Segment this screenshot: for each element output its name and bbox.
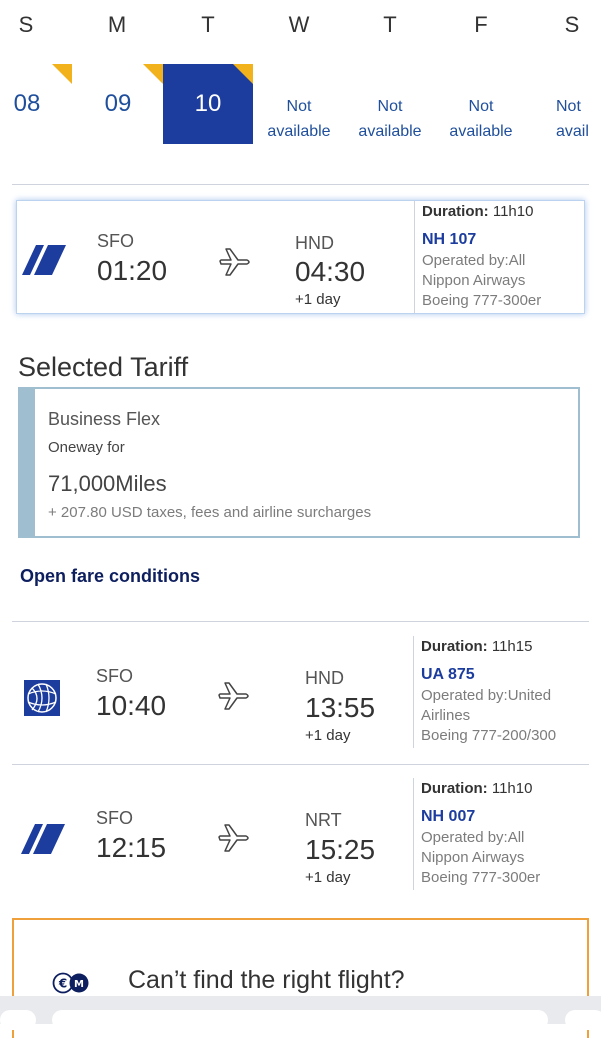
flight-number: NH 007: [421, 808, 476, 825]
plane-icon: [218, 682, 249, 710]
tariff-accent-bar: [20, 389, 35, 536]
help-text: Can’t find the right flight?: [128, 966, 405, 994]
unavailable-date: Not available: [445, 94, 517, 144]
duration-label: Duration:: [421, 638, 488, 655]
weekday-label: F: [474, 12, 488, 37]
weekday-label: S: [18, 12, 34, 37]
destination-airport: HND: [305, 668, 344, 688]
duration-label: Duration:: [421, 780, 488, 797]
flight-number: NH 107: [422, 231, 477, 248]
destination-airport: HND: [295, 233, 334, 253]
unavailable-line: available: [358, 123, 422, 140]
arrival-time: 15:25: [305, 834, 376, 865]
svg-text:€: €: [58, 977, 67, 991]
operated-line: Operated by:All: [421, 829, 525, 846]
day-offset: +1 day: [295, 291, 341, 308]
operated-line: Nippon Airways: [421, 849, 525, 866]
duration: Duration: 11h15: [421, 638, 586, 655]
euro-miles-icon: € M: [52, 972, 89, 994]
unavailable-line: avail: [556, 123, 589, 140]
tariff-subtitle: Oneway for: [48, 439, 125, 456]
section-title: Selected Tariff: [18, 352, 189, 382]
flight-details: Duration: 11h10 NH 107 Operated by:All N…: [414, 201, 587, 313]
flight-details: Duration: 11h15 UA 875 Operated by:Unite…: [413, 636, 586, 748]
unavailable-line: available: [267, 123, 331, 140]
day-offset: +1 day: [305, 869, 351, 886]
origin-airport: SFO: [96, 666, 134, 686]
date-cell[interactable]: 08: [0, 64, 72, 144]
tariff-name: Business Flex: [48, 409, 161, 429]
unavailable-line: Not: [468, 98, 494, 115]
divider: [12, 764, 589, 765]
price-flag-icon: [233, 64, 253, 84]
unavailable-date: Not available: [263, 94, 335, 144]
operated-by: Operated by:All Nippon Airways Boeing 77…: [421, 828, 586, 888]
aircraft-type: Boeing 777-300er: [422, 292, 542, 309]
weekday-label: M: [107, 12, 127, 37]
aircraft-type: Boeing 777-200/300: [421, 727, 557, 744]
flight-details: Duration: 11h10 NH 007 Operated by:All N…: [413, 778, 586, 890]
open-fare-conditions-link[interactable]: Open fare conditions: [20, 566, 200, 587]
operated-line: Operated by:All: [422, 252, 526, 269]
operated-line: Operated by:United: [421, 687, 552, 704]
operated-line: Nippon Airways: [422, 272, 526, 289]
destination-airport: NRT: [305, 810, 342, 830]
plane-icon: [219, 248, 250, 276]
duration-value: 11h10: [491, 780, 533, 797]
tariff-taxes: + 207.80 USD taxes, fees and airline sur…: [48, 504, 372, 521]
departure-time: 12:15: [96, 832, 167, 863]
bottom-tab[interactable]: [565, 1010, 601, 1030]
origin-airport: SFO: [97, 231, 135, 251]
unavailable-line: Not: [377, 98, 403, 115]
price-flag-icon: [52, 64, 72, 84]
flight-card[interactable]: SFO 12:15 NRT 15:25 +1 day Duration: 11h…: [0, 778, 601, 890]
day-offset: +1 day: [305, 727, 351, 744]
unavailable-line: available: [449, 123, 513, 140]
flight-card[interactable]: SFO 10:40 HND 13:55 +1 day Duration: 11h…: [0, 636, 601, 748]
tariff-card[interactable]: Business Flex Oneway for 71,000Miles + 2…: [18, 387, 580, 538]
operated-line: Airlines: [421, 707, 471, 724]
united-logo-icon: [24, 680, 60, 716]
divider: [12, 621, 589, 622]
weekday-label: S: [564, 12, 580, 37]
duration-value: 11h10: [492, 203, 534, 220]
selected-flight-card[interactable]: SFO 01:20 HND 04:30 +1 day Duration: 11h…: [16, 200, 585, 314]
unavailable-date: Not avail: [556, 94, 601, 144]
operated-by: Operated by:United Airlines Boeing 777-2…: [421, 686, 586, 746]
weekday-label: T: [383, 12, 397, 37]
unavailable-date: Not available: [354, 94, 426, 144]
price-flag-icon: [143, 64, 163, 84]
aircraft-type: Boeing 777-300er: [421, 869, 541, 886]
date-cell-selected[interactable]: 10: [163, 64, 253, 144]
date-number: 09: [104, 90, 132, 117]
bottom-tab[interactable]: [52, 1010, 548, 1030]
svg-text:M: M: [74, 979, 84, 990]
date-cell[interactable]: 09: [73, 64, 163, 144]
duration: Duration: 11h10: [421, 780, 586, 797]
tariff-miles: 71,000Miles: [48, 471, 167, 496]
duration: Duration: 11h10: [422, 203, 587, 220]
arrival-time: 04:30: [295, 256, 366, 287]
departure-time: 01:20: [97, 255, 168, 286]
plane-icon: [218, 824, 249, 852]
date-number: 08: [13, 90, 41, 117]
ana-logo-icon: [21, 824, 65, 854]
weekday-label: W: [288, 12, 310, 37]
weekday-label: T: [201, 12, 215, 37]
departure-time: 10:40: [96, 690, 167, 721]
origin-airport: SFO: [96, 808, 134, 828]
ana-logo-icon: [22, 245, 66, 275]
flight-number: UA 875: [421, 666, 475, 683]
arrival-time: 13:55: [305, 692, 376, 723]
unavailable-line: Not: [286, 98, 312, 115]
operated-by: Operated by:All Nippon Airways Boeing 77…: [422, 251, 587, 311]
duration-value: 11h15: [491, 638, 533, 655]
duration-label: Duration:: [422, 203, 489, 220]
divider: [12, 184, 589, 185]
date-number: 10: [194, 90, 222, 117]
bottom-tab[interactable]: [0, 1010, 36, 1030]
unavailable-line: Not: [556, 98, 581, 115]
